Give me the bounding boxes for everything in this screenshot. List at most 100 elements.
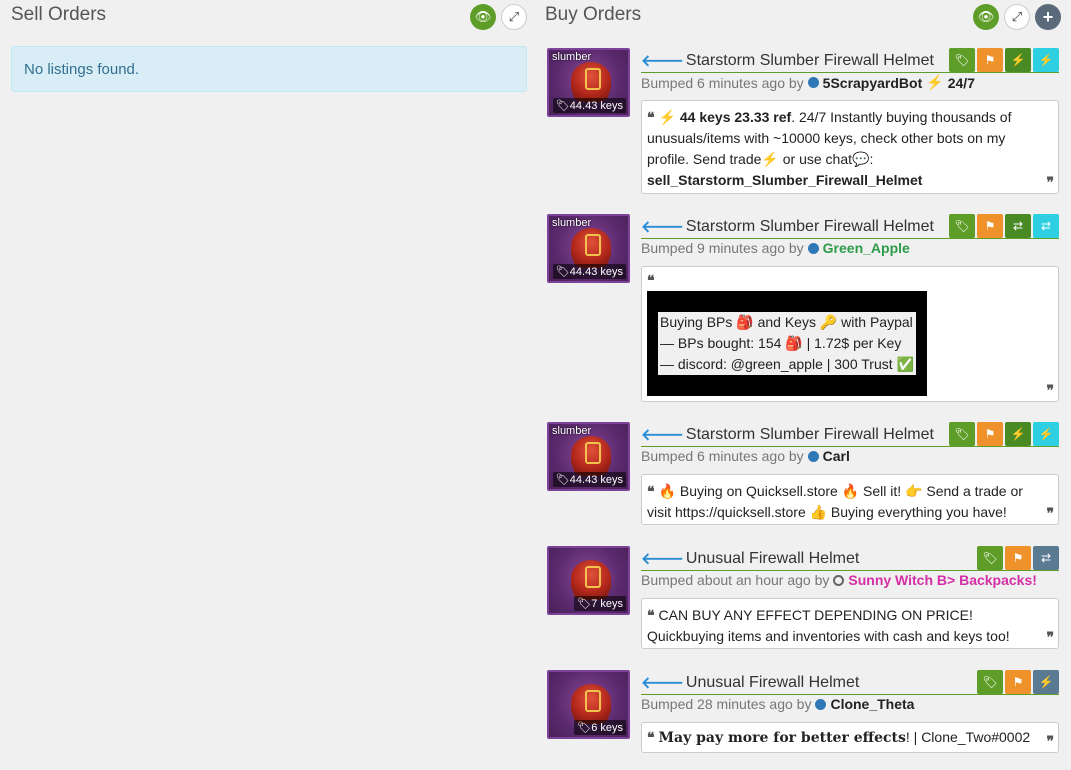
listing-tags: 🏷 ⚑ ⚡ ⚡ [949,422,1059,446]
helmet-icon [571,62,611,98]
item-thumbnail[interactable]: slumber 🏷44.43 keys [547,48,630,117]
listing-tags: 🏷 ⚑ ⚡ ⚡ [949,48,1059,72]
helmet-icon [571,228,611,264]
user-status-icon [815,698,827,710]
tag-icon: 🏷 [577,722,592,734]
flag-icon[interactable]: ⚑ [977,422,1003,446]
sell-orders-title: Sell Orders [11,4,107,25]
quote-close-icon: ❞ [1046,629,1054,645]
helmet-icon [571,684,611,720]
sell-header-buttons: 👁 ⤢ [470,4,527,30]
effect-label: slumber [552,51,592,63]
listing-tags: 🏷 ⚑ ⇄ [977,546,1059,570]
quote-open-icon: ❝ [647,272,655,288]
listing-tags: 🏷 ⚑ ⚡ [977,670,1059,694]
effect-label: slumber [552,217,592,229]
item-title[interactable]: 🡐 Starstorm Slumber Firewall Helmet [641,50,934,71]
bumped-info: Bumped 9 minutes ago by Green_Apple [641,240,910,256]
listing-item: slumber 🏷44.43 keys 🡐 Starstorm Slumber … [545,48,1061,194]
tag-icon[interactable]: 🏷 [949,48,975,72]
expand-icon: ⤢ [1011,9,1023,24]
plus-icon: + [1042,6,1054,27]
toggle-visibility-button[interactable]: 👁 [973,4,999,30]
bolt-icon[interactable]: ⚡ [1005,422,1031,446]
quote-open-icon: ❝ [647,607,655,623]
user-status-icon [807,77,819,88]
exchange-icon[interactable]: ⇄ [1033,546,1059,570]
tag-icon[interactable]: 🏷 [949,422,975,446]
arrow-left-icon: 🡐 [641,219,684,236]
quote-close-icon: ❞ [1046,505,1054,521]
quote-open-icon: ❝ [647,483,655,499]
tag-icon: 🏷 [555,266,570,278]
quote-close-icon: ❞ [1046,382,1054,398]
eye-slash-icon: 👁 [977,9,995,24]
listing-comment: ❝ ⚡ 44 keys 23.33 ref. 24/7 Instantly buy… [641,100,1059,194]
item-thumbnail[interactable]: 🏷6 keys [547,670,630,739]
buy-orders-title: Buy Orders [545,4,642,25]
bolt-icon[interactable]: ⚡ [1005,48,1031,72]
item-title[interactable]: 🡐 Starstorm Slumber Firewall Helmet [641,424,934,445]
eye-slash-icon: 👁 [474,9,492,24]
item-thumbnail[interactable]: slumber 🏷44.43 keys [547,422,630,491]
helmet-icon [571,436,611,472]
item-thumbnail[interactable]: 🏷7 keys [547,546,630,615]
tag-icon[interactable]: 🏷 [949,214,975,238]
price-badge: 🏷7 keys [574,596,626,611]
item-title[interactable]: 🡐 Unusual Firewall Helmet [641,672,859,693]
listing-comment: ❝ 🔥 Buying on Quicksell.store 🔥 Sell it! … [641,474,1059,525]
listing-item: 🏷6 keys 🡐 Unusual Firewall Helmet 🏷 ⚑ ⚡ … [545,670,1061,755]
user-link[interactable]: Carl [823,448,850,464]
listing-comment: ❝ May pay more for better effects! | Clon… [641,722,1059,753]
bolt-icon: ⚡ [926,74,944,90]
price-badge: 🏷6 keys [574,720,626,735]
bolt-icon[interactable]: ⚡ [1033,422,1059,446]
user-status-icon [807,242,819,254]
toggle-visibility-button[interactable]: 👁 [470,4,496,30]
item-title[interactable]: 🡐 Starstorm Slumber Firewall Helmet [641,216,934,237]
arrow-left-icon: 🡐 [641,53,684,70]
flag-icon[interactable]: ⚑ [1005,670,1031,694]
listing-comment: ❝ CAN BUY ANY EFFECT DEPENDING ON PRICE! … [641,598,1059,649]
arrow-left-icon: 🡐 [641,675,684,692]
user-link[interactable]: Clone_Theta [830,696,914,712]
bumped-info: Bumped about an hour ago by Sunny Witch … [641,572,1037,588]
arrow-left-icon: 🡐 [641,427,684,444]
expand-button[interactable]: ⤢ [1004,4,1030,30]
bolt-icon[interactable]: ⚡ [1033,670,1059,694]
arrow-left-icon: 🡐 [641,551,684,568]
tag-icon[interactable]: 🏷 [977,670,1003,694]
user-link[interactable]: Sunny Witch B> Backpacks! [848,572,1037,588]
flag-icon[interactable]: ⚑ [977,214,1003,238]
listing-item: 🏷7 keys 🡐 Unusual Firewall Helmet 🏷 ⚑ ⇄ … [545,546,1061,651]
effect-label: slumber [552,425,592,437]
price-badge: 🏷44.43 keys [552,98,626,113]
tag-icon: 🏷 [555,100,570,112]
add-order-button[interactable]: + [1035,4,1061,30]
listing-item: slumber 🏷44.43 keys 🡐 Starstorm Slumber … [545,422,1061,527]
flag-icon[interactable]: ⚑ [1005,546,1031,570]
price-badge: 🏷44.43 keys [552,472,626,487]
flag-icon[interactable]: ⚑ [977,48,1003,72]
tag-icon[interactable]: 🏷 [977,546,1003,570]
user-status-icon [807,450,819,462]
item-title[interactable]: 🡐 Unusual Firewall Helmet [641,548,859,569]
exchange-icon[interactable]: ⇄ [1005,214,1031,238]
buy-header-buttons: 👁 ⤢ + [973,4,1061,30]
user-link[interactable]: Green_Apple [823,240,910,256]
bumped-info: Bumped 28 minutes ago by Clone_Theta [641,696,915,712]
no-listings-alert: No listings found. [11,46,527,92]
tag-icon: 🏷 [577,598,592,610]
user-link[interactable]: 5ScrapyardBot [823,75,923,91]
exchange-icon[interactable]: ⇄ [1033,214,1059,238]
user-suffix: 24/7 [947,74,975,91]
bumped-info: Bumped 6 minutes ago by 5ScrapyardBot ⚡ … [641,74,975,91]
helmet-icon [571,560,611,596]
bumped-info: Bumped 6 minutes ago by Carl [641,448,850,464]
item-thumbnail[interactable]: slumber 🏷44.43 keys [547,214,630,283]
bolt-icon[interactable]: ⚡ [1033,48,1059,72]
user-status-icon [833,574,845,586]
expand-button[interactable]: ⤢ [501,4,527,30]
listing-comment: ❝ Buying BPs 🎒 and Keys 🔑 with Paypal — … [641,266,1059,402]
quote-close-icon: ❞ [1046,174,1054,190]
